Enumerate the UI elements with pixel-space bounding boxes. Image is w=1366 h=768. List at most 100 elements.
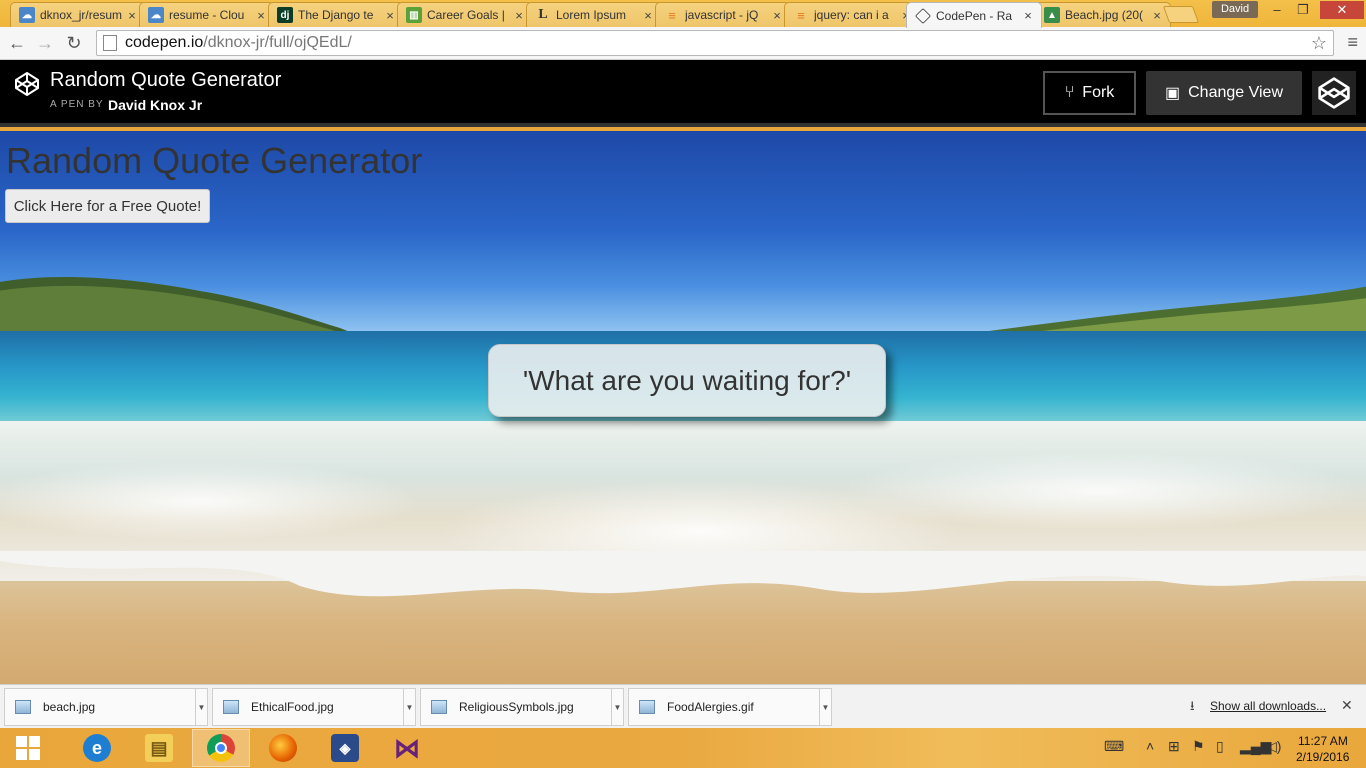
tab-javascript-jquery[interactable]: ≡ javascript - jQ × [655,2,791,27]
stackoverflow-icon: ≡ [797,7,805,23]
file-explorer-icon[interactable]: ▤ [130,729,188,767]
view-icon: ▣ [1164,85,1181,102]
download-shelf: beach.jpg ▼ EthicalFood.jpg ▼ ReligiousS… [0,684,1366,728]
download-item[interactable]: EthicalFood.jpg ▼ [212,688,416,726]
url-text: codepen.io/dknox-jr/full/ojQEdL/ [125,34,352,52]
forward-arrow-icon[interactable]: → [34,32,56,54]
tab-resume-cloud[interactable]: ☁ resume - Clou × [139,2,275,27]
tab-django[interactable]: dj The Django te × [268,2,404,27]
pen-title: Random Quote Generator [50,69,282,91]
tab-dknox-resume[interactable]: ☁ dknox_jr/resum × [10,2,146,27]
close-tab-icon[interactable]: × [1150,8,1164,23]
action-center-flag-icon[interactable]: ⚑ [1192,738,1205,755]
chevron-down-icon[interactable]: ▼ [403,688,415,726]
close-tab-icon[interactable]: × [512,8,526,23]
virtualbox-icon[interactable]: ◈ [316,729,374,767]
close-tab-icon[interactable]: × [254,8,268,23]
internet-explorer-icon[interactable]: e [68,729,126,767]
windows-icon[interactable]: ⊞ [1168,738,1180,755]
chevron-down-icon[interactable]: ▼ [819,688,831,726]
keyboard-icon[interactable]: ⌨ [1104,738,1124,755]
django-icon: dj [277,7,293,23]
tab-title: Lorem Ipsum [556,8,627,22]
page-icon [103,35,117,51]
show-hidden-icons-chevron[interactable]: ˄ [1146,738,1154,754]
start-button[interactable] [16,736,40,760]
minimize-icon[interactable]: – [1264,1,1290,19]
show-all-downloads-link[interactable]: Show all downloads... [1210,699,1326,713]
chevron-down-icon[interactable]: ▼ [611,688,623,726]
tab-lorem-ipsum[interactable]: L Lorem Ipsum × [526,2,662,27]
vs-glyph: ⋈ [394,732,420,763]
wave-edge [0,551,1366,597]
download-item[interactable]: FoodAlergies.gif ▼ [628,688,832,726]
codepen-header: Random Quote Generator A PEN BY David Kn… [0,60,1366,127]
bookmark-star-icon[interactable]: ☆ [1311,33,1327,54]
tab-title: dknox_jr/resum [40,8,123,22]
fork-button[interactable]: ⑂ Fork [1043,71,1136,115]
tab-codepen[interactable]: CodePen - Ra × [906,2,1042,28]
pen-preview: Random Quote Generator Click Here for a … [0,131,1366,684]
stackoverflow-icon: ≡ [668,7,676,23]
close-tab-icon[interactable]: × [1021,8,1035,23]
chevron-down-icon[interactable]: ▼ [195,688,207,726]
address-bar[interactable]: codepen.io/dknox-jr/full/ojQEdL/ ☆ [96,30,1334,56]
download-filename: EthicalFood.jpg [251,700,334,714]
page-heading: Random Quote Generator [6,140,423,181]
pen-author-link[interactable]: David Knox Jr [108,97,202,113]
tab-title: CodePen - Ra [936,8,1013,23]
firefox-glyph [269,734,297,762]
image-icon: ▲ [1044,7,1060,23]
user-avatar[interactable] [1312,71,1356,115]
tab-title: Beach.jpg (20( [1065,8,1144,22]
close-tab-icon[interactable]: × [770,8,784,23]
image-file-icon [431,700,447,714]
browser-toolbar: ← → ↻ codepen.io/dknox-jr/full/ojQEdL/ ☆… [0,27,1366,60]
change-view-button[interactable]: ▣ Change View [1146,71,1302,115]
cloud-icon: ☁ [19,7,35,23]
new-tab-button[interactable] [1162,6,1200,23]
tab-title: javascript - jQ [685,8,759,22]
url-path: /dknox-jr/full/ojQEdL/ [203,34,352,51]
close-tab-icon[interactable]: × [125,8,139,23]
close-window-icon[interactable]: ✕ [1320,1,1364,19]
download-item[interactable]: beach.jpg ▼ [4,688,208,726]
close-tab-icon[interactable]: × [641,8,655,23]
free-quote-button[interactable]: Click Here for a Free Quote! [5,189,210,223]
download-filename: FoodAlergies.gif [667,700,754,714]
codepen-logo-icon[interactable] [14,71,40,97]
power-icon[interactable]: ▯ [1216,738,1224,755]
firefox-icon[interactable] [254,729,312,767]
pen-byline: A PEN BY [50,99,104,110]
tab-career-goals[interactable]: ▥ Career Goals | × [397,2,533,27]
download-item[interactable]: ReligiousSymbols.jpg ▼ [420,688,624,726]
tab-beach-image[interactable]: ▲ Beach.jpg (20( × [1035,2,1171,27]
windows-taskbar: e ▤ ◈ ⋈ ⌨ ˄ ⊞ ⚑ ▯ ▂▄▆ ◁) 11:27 AM 2/19/2… [0,728,1366,768]
trello-icon: ▥ [406,7,422,23]
image-file-icon [15,700,31,714]
gif-file-icon [639,700,655,714]
codepen-avatar-icon [1318,77,1350,109]
close-shelf-icon[interactable]: ✕ [1341,697,1353,714]
chrome-icon[interactable] [192,729,250,767]
download-icon: ⭳ [1190,698,1195,713]
clock-date[interactable]: 2/19/2016 [1296,750,1349,764]
tab-jquery-question[interactable]: ≡ jquery: can i a × [784,2,920,27]
fork-icon: ⑂ [1064,84,1075,101]
visual-studio-icon[interactable]: ⋈ [378,729,436,767]
change-view-label: Change View [1188,84,1283,101]
back-arrow-icon[interactable]: ← [6,32,28,54]
profile-button[interactable]: David [1212,1,1258,18]
codepen-icon [915,7,931,24]
folder-glyph: ▤ [145,734,173,762]
image-file-icon [223,700,239,714]
restore-icon[interactable]: ❐ [1290,1,1316,19]
browser-tab-strip: ☁ dknox_jr/resum × ☁ resume - Clou × dj … [0,0,1366,28]
reload-icon[interactable]: ↻ [63,32,85,54]
chrome-glyph [207,734,235,762]
clock-time[interactable]: 11:27 AM [1298,734,1348,748]
close-tab-icon[interactable]: × [383,8,397,23]
volume-icon[interactable]: ◁) [1266,738,1281,755]
download-filename: ReligiousSymbols.jpg [459,700,574,714]
menu-icon[interactable]: ≡ [1347,32,1358,53]
